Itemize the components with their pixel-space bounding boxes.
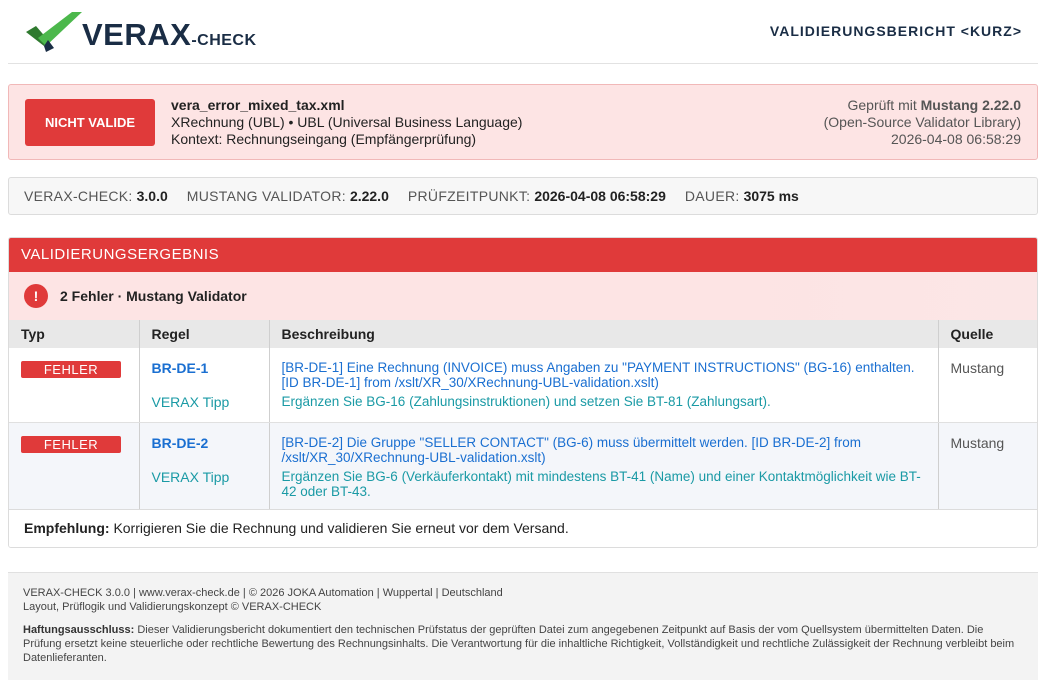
error-description: [BR-DE-2] Die Gruppe "SELLER CONTACT" (B… <box>281 434 861 465</box>
report-header: VERAX-CHECK VALIDIERUNGSBERICHT <KURZ> <box>8 0 1038 64</box>
error-type-badge: FEHLER <box>21 361 121 378</box>
column-header-type: Typ <box>9 320 140 348</box>
file-format: XRechnung (UBL) • UBL (Universal Busines… <box>171 114 523 130</box>
tip-label: VERAX Tipp <box>151 468 230 485</box>
checked-with: Geprüft mit Mustang 2.22.0 <box>847 97 1021 113</box>
meta-bar: VERAX-CHECK: 3.0.0 MUSTANG VALIDATOR: 2.22… <box>8 177 1038 215</box>
disclaimer-text: Dieser Validierungsbericht dokumentiert … <box>23 624 1015 664</box>
tip-text: Ergänzen Sie BG-6 (Verkäuferkontakt) mit… <box>281 468 921 499</box>
footer: VERAX-CHECK 3.0.0 | www.verax-check.de |… <box>8 572 1038 680</box>
tip-label: VERAX Tipp <box>151 394 230 410</box>
rule-code: BR-DE-2 <box>151 434 209 451</box>
logo-suffix: -CHECK <box>191 32 257 49</box>
meta-verax-version: VERAX-CHECK: 3.0.0 <box>24 188 168 204</box>
column-header-rule: Regel <box>139 320 270 348</box>
validation-result-panel: VALIDIERUNGSERGEBNIS ! 2 Fehler · Mustan… <box>8 237 1038 548</box>
file-name: vera_error_mixed_tax.xml <box>171 97 345 113</box>
checked-info: Geprüft mit Mustang 2.22.0 (Open-Source … <box>824 97 1021 148</box>
verax-logo: VERAX-CHECK <box>24 10 284 54</box>
error-source: Mustang <box>950 360 1005 376</box>
website-link[interactable]: www.verax-check.de <box>139 587 240 599</box>
error-exclamation-icon: ! <box>24 284 48 308</box>
error-source: Mustang <box>950 434 1005 451</box>
error-type-badge: FEHLER <box>21 435 121 453</box>
logo-wordmark: VERAX-CHECK <box>82 17 257 52</box>
rule-code: BR-DE-1 <box>151 360 209 376</box>
table-row: FEHLER BR-DE-2 VERAX Tipp [BR-DE-2] Die … <box>9 422 1037 511</box>
error-summary-text: 2 Fehler · Mustang Validator <box>60 288 247 304</box>
tip-text: Ergänzen Sie BG-16 (Zahlungsinstruktione… <box>281 394 771 409</box>
disclaimer-label: Haftungsausschluss: <box>23 624 135 636</box>
error-summary: ! 2 Fehler · Mustang Validator <box>9 272 1037 320</box>
footer-line-2: Layout, Prüflogik und Validierungskonzep… <box>23 601 322 613</box>
error-description: [BR-DE-1] Eine Rechnung (INVOICE) muss A… <box>281 360 915 390</box>
status-box: NICHT VALIDE vera_error_mixed_tax.xml XR… <box>8 84 1038 160</box>
report-title: VALIDIERUNGSBERICHT <KURZ> <box>769 23 1022 39</box>
meta-duration: DAUER: 3075 ms <box>684 188 799 204</box>
table-header-row: Typ Regel Beschreibung Quelle <box>9 320 1037 348</box>
file-info: vera_error_mixed_tax.xml XRechnung (UBL)… <box>171 97 522 148</box>
result-section-title: VALIDIERUNGSERGEBNIS <box>9 238 1037 272</box>
checked-tool: Mustang 2.22.0 <box>920 97 1021 113</box>
column-header-description: Beschreibung <box>269 320 939 348</box>
results-table: Typ Regel Beschreibung Quelle FEHLER BR-… <box>9 320 1037 511</box>
meta-mustang-version: MUSTANG VALIDATOR: 2.22.0 <box>186 188 389 204</box>
table-row: FEHLER BR-DE-1 VERAX Tipp [BR-DE-1] Eine… <box>9 348 1037 423</box>
validator-library: (Open-Source Validator Library) <box>823 114 1021 130</box>
disclaimer: Haftungsausschluss: Dieser Validierungsb… <box>23 623 1023 665</box>
check-timestamp: 2026-04-08 06:58:29 <box>891 131 1021 147</box>
checkmark-logo-icon <box>26 12 82 52</box>
meta-check-time: PRÜFZEITPUNKT: 2026-04-08 06:58:29 <box>407 188 666 204</box>
recommendation-text: Korrigieren Sie die Rechnung und validie… <box>113 520 569 536</box>
column-header-source: Quelle <box>938 320 1037 348</box>
recommendation-label: Empfehlung: <box>24 520 110 536</box>
footer-line-1: VERAX-CHECK 3.0.0 | www.verax-check.de |… <box>23 587 503 599</box>
status-badge: NICHT VALIDE <box>25 99 155 146</box>
recommendation: Empfehlung: Korrigieren Sie die Rechnung… <box>9 509 1037 547</box>
validation-context: Kontext: Rechnungseingang (Empfängerprüf… <box>171 131 477 147</box>
